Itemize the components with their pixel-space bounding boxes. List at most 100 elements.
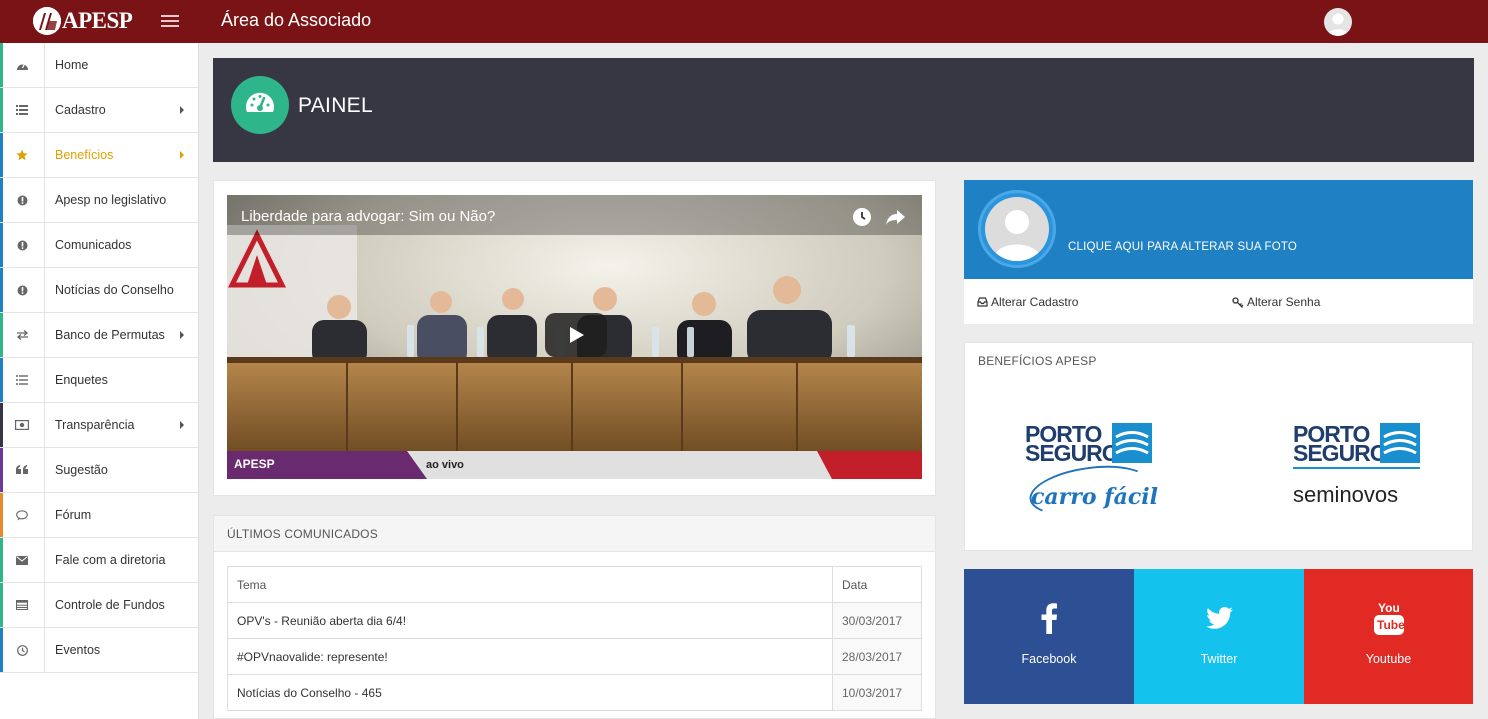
- dashboard-icon: [0, 42, 45, 88]
- sidebar-item-accent: [0, 583, 3, 627]
- sidebar-item-accent: [0, 493, 3, 537]
- play-button[interactable]: [545, 313, 607, 357]
- beneficios-panel: BENEFÍCIOS APESP PORTO SEGURO carro fáci…: [964, 342, 1473, 551]
- sidebar-item-beneficios[interactable]: Benefícios: [0, 132, 198, 178]
- porto-seguro-flag-icon: [1380, 423, 1420, 463]
- profile-links: Alterar Cadastro Alterar Senha: [964, 279, 1473, 324]
- page-header: PAINEL: [213, 58, 1474, 162]
- comunicado-data: 30/03/2017: [832, 602, 922, 639]
- table-row[interactable]: #OPVnaovalide: represente! 28/03/2017: [227, 638, 922, 675]
- column-header-data: Data: [832, 566, 922, 603]
- sidebar-item-accent: [0, 133, 3, 177]
- table-header-row: Tema Data: [227, 566, 922, 603]
- sidebar-item-controle-de-fundos[interactable]: Controle de Fundos: [0, 582, 198, 628]
- comunicado-tema[interactable]: OPV's - Reunião aberta dia 6/4!: [227, 602, 833, 639]
- sidebar-item-accent: [0, 223, 3, 267]
- youtube-label: Youtube: [1365, 652, 1412, 666]
- caret-right-icon: [180, 106, 184, 114]
- sidebar-item-accent: [0, 178, 3, 222]
- money-icon: [0, 402, 45, 448]
- table-row[interactable]: OPV's - Reunião aberta dia 6/4! 30/03/201…: [227, 602, 922, 639]
- menu-toggle-icon[interactable]: [161, 12, 179, 30]
- sidebar-item-label: Home: [55, 58, 89, 72]
- facebook-icon: [1041, 603, 1057, 634]
- sidebar-item-noticias-do-conselho[interactable]: Notícias do Conselho: [0, 267, 198, 313]
- profile-photo-panel[interactable]: CLIQUE AQUI PARA ALTERAR SUA FOTO: [964, 180, 1473, 279]
- share-icon[interactable]: [884, 206, 906, 228]
- logo-text: APESP: [62, 8, 133, 33]
- caret-right-icon: [180, 421, 184, 429]
- sidebar-item-accent: [0, 43, 3, 87]
- change-photo-link[interactable]: CLIQUE AQUI PARA ALTERAR SUA FOTO: [1068, 241, 1297, 253]
- comunicados-heading: ÚLTIMOS COMUNICADOS: [214, 516, 935, 552]
- caret-right-icon: [180, 331, 184, 339]
- porto-seguro-carro-facil-logo[interactable]: PORTO SEGURO carro fácil: [1023, 421, 1158, 524]
- key-icon: [1232, 296, 1244, 308]
- sidebar-item-label: Controle de Fundos: [55, 598, 165, 612]
- envelope-icon: [0, 537, 45, 583]
- comunicados-table: Tema Data OPV's - Reunião aberta dia 6/4…: [227, 566, 922, 711]
- alterar-cadastro-label: Alterar Cadastro: [991, 295, 1079, 309]
- sidebar-item-label: Fale com a diretoria: [55, 553, 166, 567]
- sidebar-item-label: Banco de Permutas: [55, 328, 165, 342]
- top-navbar: APESP Área do Associado: [0, 0, 1488, 43]
- sidebar-item-banco-de-permutas[interactable]: Banco de Permutas: [0, 312, 198, 358]
- sidebar-item-apesp-no-legislativo[interactable]: Apesp no legislativo: [0, 177, 198, 223]
- twitter-icon: [1206, 607, 1233, 629]
- video-player[interactable]: Liberdade para advogar: Sim ou Não? APES…: [227, 195, 922, 479]
- sidebar-item-eventos[interactable]: Eventos: [0, 627, 198, 673]
- twitter-button[interactable]: Twitter: [1134, 569, 1304, 704]
- apesp-logo[interactable]: APESP: [33, 7, 133, 35]
- sidebar-item-home[interactable]: Home: [0, 42, 198, 88]
- info-icon: [0, 177, 45, 223]
- sidebar-item-enquetes[interactable]: Enquetes: [0, 357, 198, 403]
- facebook-label: Facebook: [1021, 652, 1077, 666]
- twitter-label: Twitter: [1200, 652, 1238, 666]
- avatar-placeholder-icon: [993, 210, 1041, 261]
- porto-seguro-seminovos-logo[interactable]: PORTO SEGURO seminovos: [1291, 421, 1426, 521]
- sidebar-item-label: Fórum: [55, 508, 92, 522]
- sidebar-item-fale-com-a-diretoria[interactable]: Fale com a diretoria: [0, 537, 198, 583]
- app-title: Área do Associado: [221, 10, 372, 30]
- list-ul-icon: [0, 357, 45, 403]
- sidebar-item-accent: [0, 313, 3, 357]
- brand-line2: SEGURO: [1025, 440, 1120, 466]
- info-icon: [0, 222, 45, 268]
- comunicado-tema[interactable]: #OPVnaovalide: represente!: [227, 638, 833, 675]
- watch-later-icon[interactable]: [852, 207, 872, 227]
- sidebar-item-accent: [0, 358, 3, 402]
- list-icon: [0, 87, 45, 133]
- sidebar-item-sugestao[interactable]: Sugestão: [0, 447, 198, 493]
- alterar-senha-label: Alterar Senha: [1247, 295, 1321, 309]
- sidebar-item-label: Enquetes: [55, 373, 108, 387]
- caret-right-icon: [180, 151, 184, 159]
- comment-icon: [0, 492, 45, 538]
- comunicados-panel: ÚLTIMOS COMUNICADOS Tema Data OPV's - Re…: [213, 515, 936, 719]
- beneficios-heading: BENEFÍCIOS APESP: [978, 354, 1097, 368]
- comunicado-tema[interactable]: Notícias do Conselho - 465: [227, 674, 833, 711]
- table-icon: [0, 582, 45, 628]
- sidebar-item-cadastro[interactable]: Cadastro: [0, 87, 198, 133]
- user-avatar[interactable]: [1324, 8, 1352, 36]
- youtube-icon: You Tube: [1374, 602, 1405, 636]
- lower-third-live: ao vivo: [426, 459, 464, 471]
- sidebar-item-forum[interactable]: Fórum: [0, 492, 198, 538]
- profile-photo[interactable]: [978, 190, 1056, 268]
- alterar-senha-link[interactable]: Alterar Senha: [1232, 295, 1320, 309]
- youtube-button[interactable]: You Tube Youtube: [1304, 569, 1473, 704]
- alterar-cadastro-link[interactable]: Alterar Cadastro: [977, 295, 1078, 309]
- product-name: carro fácil: [1031, 484, 1158, 510]
- sidebar-item-label: Sugestão: [55, 463, 108, 477]
- clock-icon: [0, 627, 45, 673]
- sidebar-item-transparencia[interactable]: Transparência: [0, 402, 198, 448]
- comunicado-data: 10/03/2017: [832, 674, 922, 711]
- seminovos-divider: [1293, 467, 1420, 469]
- sidebar-item-accent: [0, 403, 3, 447]
- facebook-button[interactable]: Facebook: [964, 569, 1134, 704]
- sidebar-item-label: Cadastro: [55, 103, 106, 117]
- dashboard-gauge-icon: [231, 76, 289, 134]
- video-title: Liberdade para advogar: Sim ou Não?: [241, 208, 496, 225]
- exchange-icon: [0, 312, 45, 358]
- sidebar-item-comunicados[interactable]: Comunicados: [0, 222, 198, 268]
- table-row[interactable]: Notícias do Conselho - 465 10/03/2017: [227, 674, 922, 711]
